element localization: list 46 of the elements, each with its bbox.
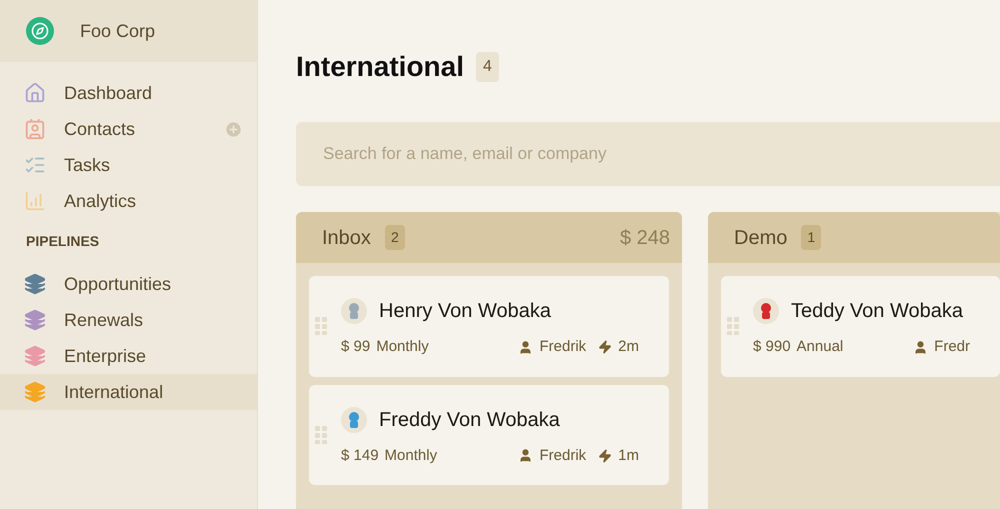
nav-item[interactable]: Tasks bbox=[0, 147, 257, 183]
deal-price: $ 990 bbox=[753, 337, 791, 357]
deal-card[interactable]: Freddy Von Wobaka $ 149 Monthly Fredrik 1m bbox=[309, 384, 669, 485]
deal-price: $ 149 bbox=[341, 446, 379, 466]
owner-name: Fredrik bbox=[539, 337, 586, 357]
person-icon bbox=[518, 448, 534, 464]
drag-handle-icon[interactable] bbox=[727, 317, 739, 335]
pipeline-item[interactable]: Enterprise bbox=[0, 338, 257, 374]
person-icon bbox=[913, 340, 928, 355]
age-label: 1m bbox=[618, 446, 639, 466]
deal-card[interactable]: Henry Von Wobaka $ 99 Monthly Fredrik 2m bbox=[309, 276, 669, 376]
age-label: 2m bbox=[618, 337, 639, 357]
pipeline-item[interactable]: Renewals bbox=[0, 302, 257, 338]
owner-name: Fredr bbox=[934, 337, 970, 357]
column-count: 1 bbox=[801, 225, 822, 250]
nav-item[interactable]: Contacts bbox=[0, 111, 257, 147]
add-icon[interactable] bbox=[224, 120, 243, 138]
lightning-icon bbox=[598, 448, 612, 463]
compass-logo-icon bbox=[26, 17, 54, 45]
lightning-icon bbox=[598, 340, 612, 354]
owner-name: Fredrik bbox=[539, 446, 586, 466]
column-title: Demo bbox=[734, 226, 788, 250]
pipeline-item[interactable]: Opportunities bbox=[0, 266, 257, 302]
pipeline-item[interactable]: International bbox=[0, 374, 257, 410]
deal-plan: Annual bbox=[796, 337, 844, 357]
nav-item[interactable]: Analytics bbox=[0, 183, 257, 219]
person-icon bbox=[518, 340, 534, 355]
search-field[interactable]: Search for a name, email or company bbox=[296, 122, 1000, 186]
deal-plan: Monthly bbox=[376, 337, 429, 357]
section-heading: PIPELINES bbox=[25, 232, 100, 251]
company-name: Foo Corp bbox=[80, 20, 156, 43]
column-total: $ 248 bbox=[620, 226, 670, 250]
deal-price: $ 99 bbox=[341, 337, 370, 357]
contact-name: Teddy Von Wobaka bbox=[791, 299, 963, 324]
contact-name: Henry Von Wobaka bbox=[379, 299, 551, 324]
column-title: Inbox bbox=[322, 226, 371, 250]
page-title: International bbox=[296, 50, 464, 84]
column-count: 2 bbox=[384, 225, 405, 250]
count-badge: 4 bbox=[476, 52, 499, 82]
drag-handle-icon[interactable] bbox=[315, 426, 327, 444]
nav-item[interactable]: Dashboard bbox=[0, 75, 257, 111]
deal-card[interactable]: Teddy Von Wobaka $ 990 Annual Fredr bbox=[721, 276, 1000, 376]
company-header[interactable]: Foo Corp bbox=[0, 0, 257, 62]
deal-plan: Monthly bbox=[384, 446, 438, 466]
drag-handle-icon[interactable] bbox=[315, 317, 327, 335]
contact-name: Freddy Von Wobaka bbox=[379, 408, 560, 432]
